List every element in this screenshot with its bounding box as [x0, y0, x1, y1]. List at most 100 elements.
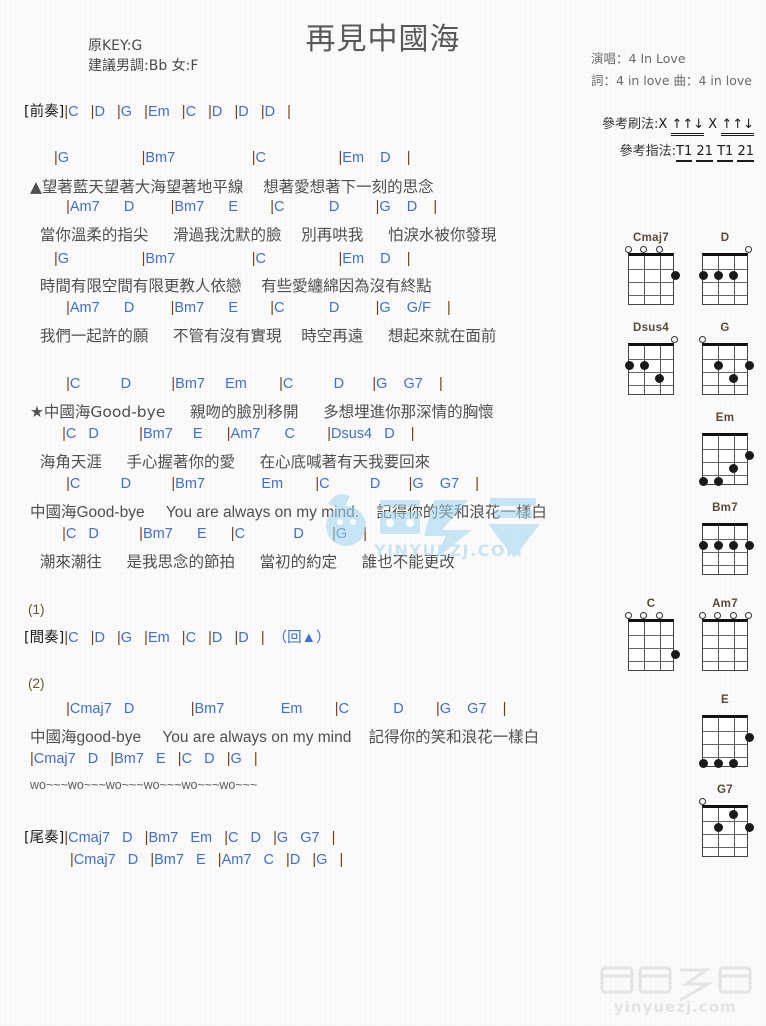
lyric-line: 海角天涯 手心握著你的愛 在心底喊著有天我要回來	[30, 453, 431, 471]
string-line	[644, 256, 646, 304]
fret-line	[703, 757, 747, 758]
intro-label: [前奏]	[24, 104, 65, 120]
string-line	[718, 346, 720, 394]
credits-box: 演唱：4 In Love 詞：4 in love 曲：4 in love	[591, 48, 752, 92]
watermark-bottom-logo: yinyuezj.com	[600, 966, 752, 1016]
fret-line	[703, 744, 747, 745]
chord-diagram-d: D	[694, 232, 756, 305]
open-circle-icon	[729, 612, 737, 619]
finger-dot	[729, 464, 739, 473]
chord-diagram-label: G7	[717, 784, 733, 796]
open-circle-icon	[640, 612, 648, 619]
string-line	[733, 346, 735, 394]
chord-line: |C D |Bm7 Em |C D |G G7 |	[66, 376, 443, 392]
writer-credit: 詞：4 in love 曲：4 in love	[591, 73, 752, 88]
fret-line	[629, 648, 673, 649]
lyric-line: wo~~~wo~~~wo~~~wo~~~wo~~~wo~~~	[30, 778, 258, 792]
chord-diagram-g7: G7	[694, 784, 756, 857]
fret-line	[703, 282, 747, 283]
chord-diagram-label: C	[646, 598, 656, 610]
finger-dot	[729, 374, 739, 383]
fret-line	[629, 282, 673, 283]
fretboard-grid	[702, 805, 754, 857]
fret-line	[703, 834, 747, 835]
string-line	[733, 526, 735, 574]
chord-diagram-cmaj7: Cmaj7	[620, 232, 682, 305]
fret-line	[629, 635, 673, 636]
finger-dot	[729, 271, 739, 280]
fret-line	[703, 475, 747, 476]
finger-dot	[713, 361, 723, 370]
outro-chords-line1: |Cmaj7 D |Bm7 Em |C D |G G7 |	[64, 830, 336, 846]
chord-diagram-label: G	[720, 322, 730, 334]
fret-line	[703, 661, 747, 662]
verse-marker-2: (2)	[28, 676, 45, 691]
lyric-line: 當你溫柔的指尖 滑過我沈默的臉 別再哄我 怕淚水被你發現	[30, 226, 497, 244]
finger-pattern-label: 參考指法:	[619, 144, 677, 159]
outro-chords-line2: |Cmaj7 D |Bm7 E |Am7 C |D |G |	[70, 852, 344, 868]
chord-diagram-e: E	[694, 694, 756, 768]
open-string-markers	[694, 335, 756, 343]
finger-dot	[713, 477, 723, 486]
open-string-markers	[620, 245, 682, 253]
finger-dot	[698, 759, 708, 768]
fret-line	[703, 821, 747, 822]
intro-row: [前奏]|C |D |G |Em |C |D |D |D |	[24, 100, 291, 121]
interlude-row: [間奏]|C |D |G |Em |C |D |D | （回▲）	[24, 626, 331, 647]
fret-line	[629, 385, 673, 386]
lyric-line: ★中國海Good-bye 親吻的臉別移開 多想埋進你那深情的胸懷	[30, 403, 494, 421]
chord-diagram-c: C	[620, 598, 682, 671]
open-circle-icon	[745, 246, 752, 253]
chord-diagram-label: Am7	[712, 598, 738, 610]
open-string-markers	[694, 515, 756, 523]
string-line	[718, 256, 720, 304]
finger-dot	[655, 374, 665, 383]
verse-marker-1: (1)	[28, 602, 45, 617]
fretboard-grid	[628, 619, 680, 671]
fret-line	[703, 372, 747, 373]
string-line	[718, 526, 720, 574]
fret-line	[629, 295, 673, 296]
string-line	[659, 346, 661, 394]
lyric-line: 潮來潮往 是我思念的節拍 當初的約定 誰也不能更改	[30, 553, 455, 571]
finger-dot	[639, 361, 649, 370]
fretboard-grid	[698, 715, 754, 768]
finger-pattern-value: T1 21 T1 21	[676, 144, 754, 162]
fret-line	[703, 295, 747, 296]
finger-dot	[744, 823, 754, 832]
finger-dot	[713, 541, 723, 550]
intro-chords: |C |D |G |Em |C |D |D |D |	[64, 104, 291, 120]
fret-line	[629, 661, 673, 662]
singer-credit: 演唱：4 In Love	[591, 51, 686, 66]
finger-pattern-box: 參考指法:T1 21 T1 21	[619, 140, 754, 162]
string-line	[659, 256, 661, 304]
chord-line: |C D |Bm7 Em |C D |G G7 |	[66, 476, 480, 492]
fret-line	[629, 269, 673, 270]
open-circle-icon	[655, 246, 663, 253]
lyric-line: ▲望著藍天望著大海望著地平線 想著愛想著下一刻的思念	[30, 178, 434, 196]
finger-dot	[729, 810, 739, 819]
open-circle-icon	[625, 612, 632, 619]
lyric-line: 中國海good-bye You are always on my mind 記得…	[30, 729, 540, 746]
outro-row: [尾奏]|Cmaj7 D |Bm7 Em |C D |G G7 |	[24, 826, 335, 847]
chord-line: |Am7 D |Bm7 E |C D |G G/F |	[66, 300, 451, 316]
lyric-line: 我們一起許的願 不管有沒有實現 時空再遠 想起來就在面前	[30, 327, 497, 345]
string-line	[733, 436, 735, 484]
fret-line	[703, 539, 747, 540]
fret-line	[629, 372, 673, 373]
fret-line	[703, 731, 747, 732]
string-line	[644, 622, 646, 670]
original-key: 原KEY:G	[88, 38, 143, 54]
key-info-box: 原KEY:G 建議男調:Bb 女:F	[88, 36, 198, 76]
fretboard-grid	[698, 523, 754, 575]
chord-diagram-label: Bm7	[712, 502, 738, 514]
string-line	[718, 808, 720, 856]
finger-dot	[744, 733, 754, 742]
finger-dot	[698, 477, 708, 486]
fret-line	[703, 269, 747, 270]
chord-diagram-am7: Am7	[694, 598, 756, 671]
watermark-bottom-url: yinyuezj.com	[614, 998, 737, 1016]
chord-line: |C D |Bm7 E |Am7 C |Dsus4 D |	[62, 426, 415, 442]
open-string-markers	[694, 425, 756, 433]
fret-line	[703, 462, 747, 463]
